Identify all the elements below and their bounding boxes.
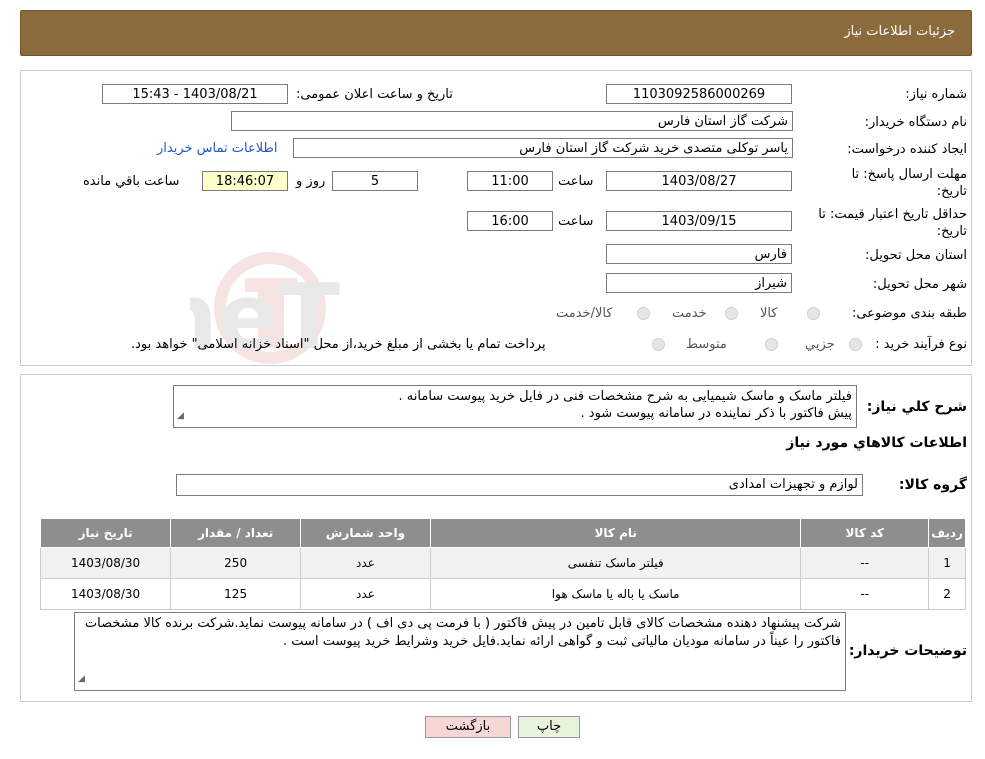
creator-field: یاسر توکلی متصدی خرید شرکت گاز استان فار… (293, 138, 793, 158)
goods-group-field: لوازم و تجهیزات امدادی (176, 474, 863, 496)
cell-date: 1403/08/30 (39, 578, 172, 610)
process-radio-minor[interactable] (849, 338, 862, 351)
announce-label: تاریخ و ساعت اعلان عمومی: (296, 87, 453, 102)
col-code: كد كالا (800, 518, 930, 548)
buyer-org-label: نام دستگاه خریدار: (864, 115, 967, 130)
cell-code: -- (800, 578, 930, 610)
province-label: استان محل تحویل: (865, 248, 967, 263)
process-option-medium: متوسط (686, 337, 727, 352)
category-radio-goods-service[interactable] (637, 307, 650, 320)
cell-row: 1 (928, 547, 966, 579)
deadline-time-label: ساعت (558, 174, 594, 189)
category-radio-goods[interactable] (807, 307, 820, 320)
city-label: شهر محل تحویل: (872, 277, 967, 292)
back-button[interactable]: بازگشت (425, 716, 511, 738)
need-number-label: شماره نیاز: (905, 87, 967, 102)
buyer-notes-label: توضیحات خریدار: (848, 643, 967, 659)
deadline-label: مهلت ارسال پاسخ: تا تاریخ: (851, 167, 967, 199)
category-option-service: خدمت (672, 306, 707, 321)
process-note: پرداخت تمام یا بخشی از مبلغ خرید،از محل … (131, 337, 546, 352)
announce-field: 1403/08/21 - 15:43 (102, 84, 288, 104)
buyer-org-field: شرکت گاز استان فارس (231, 111, 793, 131)
cell-qty: 125 (170, 578, 301, 610)
validity-time-field: 16:00 (467, 211, 553, 231)
category-option-goods: کالا (760, 306, 778, 321)
cell-row: 2 (928, 578, 966, 610)
category-radio-service[interactable] (725, 307, 738, 320)
cell-unit: عدد (300, 547, 431, 579)
cell-name: فیلتر ماسک تنفسی (429, 547, 802, 579)
col-row: رديف (928, 518, 966, 548)
page-title: جزئیات اطلاعات نیاز (844, 24, 955, 39)
city-field: شیراز (606, 273, 792, 293)
buyer-notes-textarea[interactable]: شرکت پیشنهاد دهنده مشخصات کالای قابل تام… (74, 612, 846, 691)
summary-line-1: فیلتر ماسک و ماسک شیمیایی به شرح مشخصات … (398, 389, 852, 404)
deadline-time-field: 11:00 (467, 171, 553, 191)
resize-grip-icon[interactable]: ◢ (78, 670, 85, 688)
summary-textarea[interactable]: فیلتر ماسک و ماسک شیمیایی به شرح مشخصات … (173, 385, 857, 428)
summary-label: شرح كلي نياز: (866, 399, 967, 415)
remaining-time-field: 18:46:07 (202, 171, 288, 191)
cell-code: -- (800, 547, 930, 579)
cell-qty: 250 (170, 547, 301, 579)
category-label: طبقه بندی موضوعی: (851, 306, 967, 321)
buyer-notes-text: شرکت پیشنهاد دهنده مشخصات کالای قابل تام… (84, 616, 841, 649)
treasury-checkbox[interactable] (652, 338, 665, 351)
col-name: نام كالا (429, 518, 802, 548)
buyer-contact-link[interactable]: اطلاعات تماس خریدار (157, 141, 277, 156)
category-option-goods-service: کالا/خدمت (556, 306, 613, 321)
col-date: تاريخ نياز (39, 518, 172, 548)
validity-label: حداقل تاریخ اعتبار قیمت: تا تاریخ: (818, 207, 967, 239)
process-option-minor: جزيي (805, 337, 835, 352)
province-field: فارس (606, 244, 792, 264)
cell-unit: عدد (300, 578, 431, 610)
cell-date: 1403/08/30 (39, 547, 172, 579)
creator-label: ایجاد کننده درخواست: (847, 142, 967, 157)
goods-section-title: اطلاعات كالاهاي مورد نياز (786, 435, 967, 451)
goods-group-label: گروه كالا: (898, 477, 967, 493)
cell-name: ماسک یا باله یا ماسک هوا (429, 578, 802, 610)
goods-table-header: رديف كد كالا نام كالا واحد شمارش تعداد /… (39, 518, 966, 548)
print-button[interactable]: چاپ (518, 716, 580, 738)
table-row: 2 -- ماسک یا باله یا ماسک هوا عدد 125 14… (39, 578, 966, 610)
goods-table: رديف كد كالا نام كالا واحد شمارش تعداد /… (39, 518, 966, 610)
deadline-date-field: 1403/08/27 (606, 171, 792, 191)
remaining-label: ساعت باقي مانده (83, 174, 180, 189)
col-unit: واحد شمارش (300, 518, 431, 548)
resize-grip-icon[interactable]: ◢ (177, 408, 184, 425)
process-label: نوع فرآیند خرید : (875, 337, 967, 352)
days-field: 5 (332, 171, 418, 191)
validity-time-label: ساعت (558, 214, 594, 229)
page-header: جزئیات اطلاعات نیاز (20, 10, 972, 56)
validity-date-field: 1403/09/15 (606, 211, 792, 231)
summary-line-2: پیش فاکتور با ذکر نماینده در سامانه پیوس… (580, 406, 852, 421)
col-qty: تعداد / مقدار (170, 518, 301, 548)
process-radio-medium[interactable] (765, 338, 778, 351)
need-number-field: 1103092586000269 (606, 84, 792, 104)
table-row: 1 -- فیلتر ماسک تنفسی عدد 250 1403/08/30 (39, 547, 966, 579)
days-label: روز و (296, 174, 326, 189)
